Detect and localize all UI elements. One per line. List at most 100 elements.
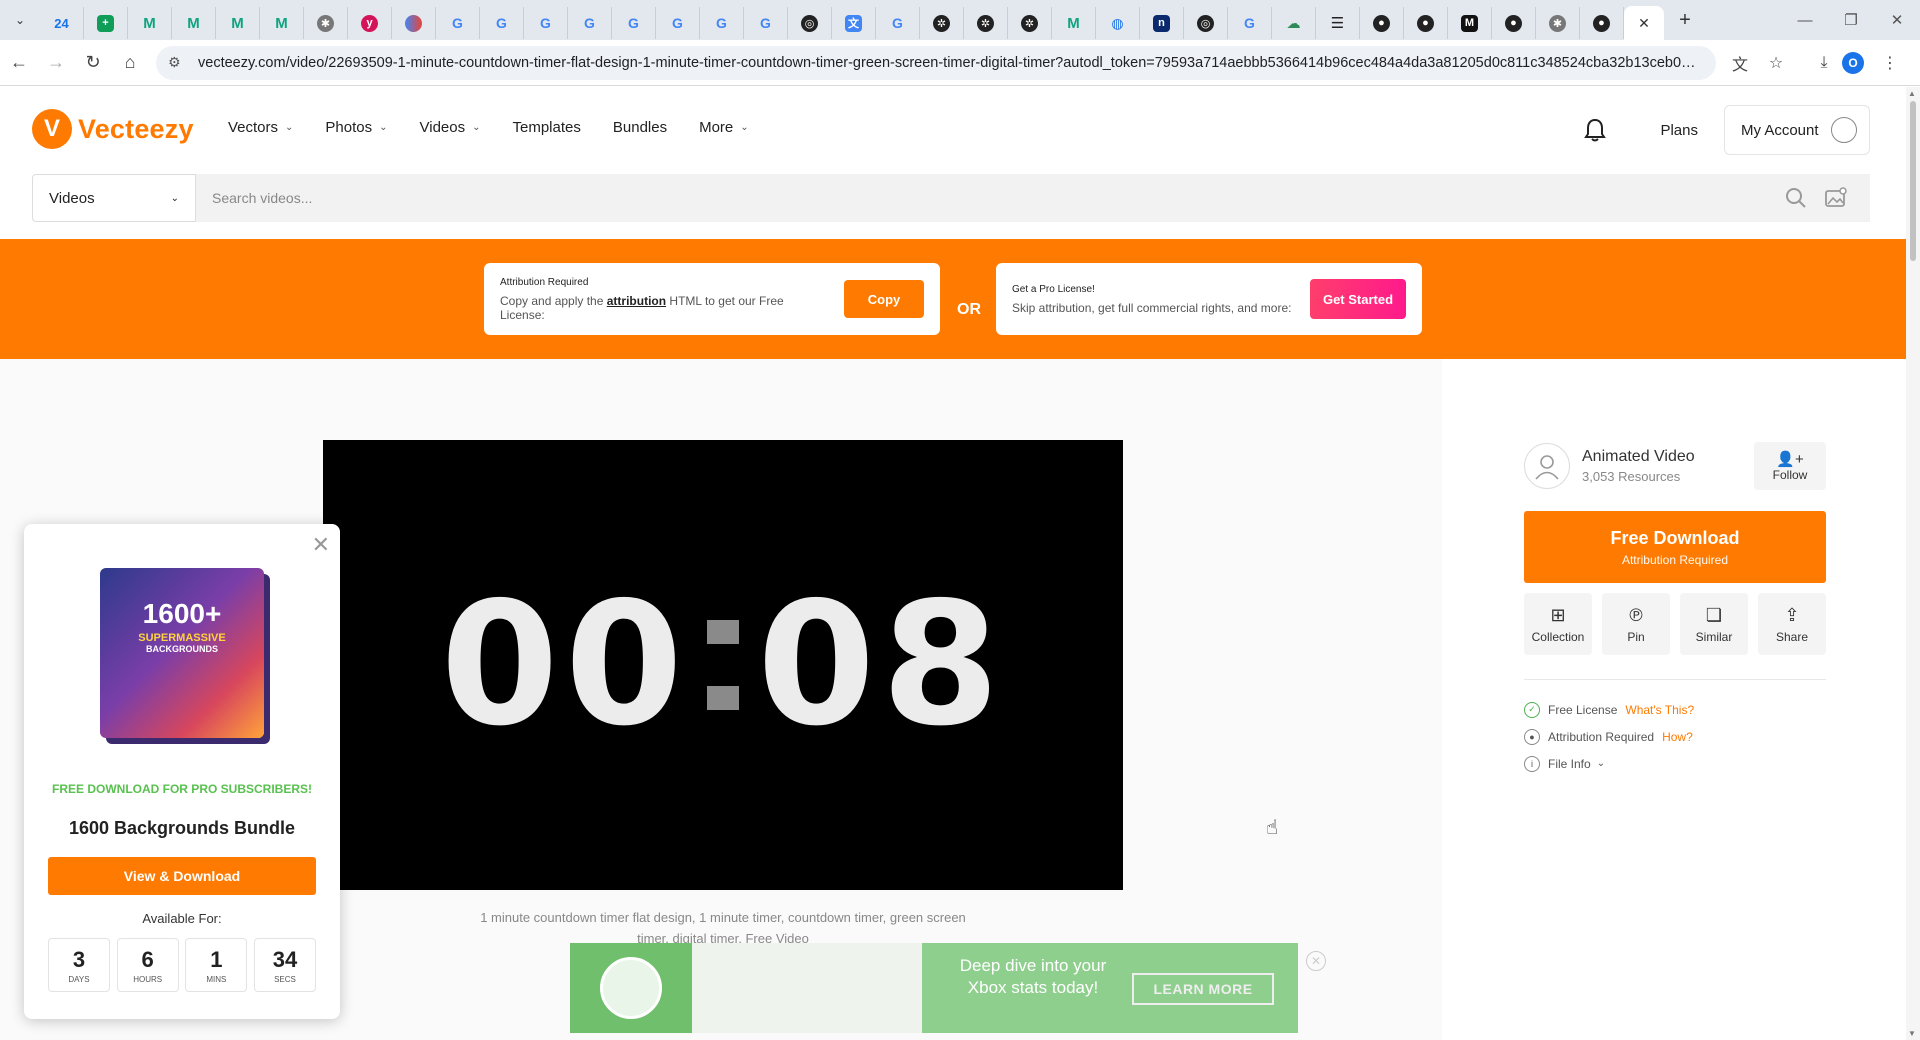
menu-kebab-icon[interactable]: ⋮: [1872, 45, 1908, 81]
browser-tab[interactable]: M: [128, 7, 172, 39]
browser-tab[interactable]: G: [744, 7, 788, 39]
view-download-button[interactable]: View & Download: [48, 857, 316, 895]
download-icon[interactable]: ⤓: [1806, 45, 1842, 81]
countdown-value: 6: [141, 946, 154, 972]
search-icon[interactable]: [1776, 178, 1816, 218]
file-info-row[interactable]: i File Info ⌄: [1524, 750, 1826, 777]
browser-tab[interactable]: G: [700, 7, 744, 39]
cloud-icon: ☁: [1286, 14, 1301, 31]
browser-tab[interactable]: ✲: [964, 7, 1008, 39]
browser-tab[interactable]: G: [524, 7, 568, 39]
close-window-icon[interactable]: ✕: [1874, 0, 1920, 40]
browser-tab[interactable]: ☰: [1316, 7, 1360, 39]
back-icon[interactable]: ←: [1, 45, 37, 81]
nav-videos[interactable]: Videos ⌄: [420, 119, 481, 136]
browser-tab[interactable]: G: [876, 7, 920, 39]
browser-tab[interactable]: G: [656, 7, 700, 39]
author-name[interactable]: Animated Video: [1582, 448, 1754, 466]
browser-tab[interactable]: G: [1228, 7, 1272, 39]
forward-icon[interactable]: →: [38, 45, 74, 81]
scroll-down-icon[interactable]: ▼: [1908, 1029, 1916, 1038]
browser-tab[interactable]: G: [480, 7, 524, 39]
translate-icon[interactable]: 文: [1722, 45, 1758, 81]
collection-button[interactable]: ⊞ Collection: [1524, 593, 1592, 655]
follow-button[interactable]: 👤+ Follow: [1754, 442, 1826, 490]
browser-tab[interactable]: ✲: [1008, 7, 1052, 39]
new-tab-button[interactable]: +: [1668, 3, 1702, 37]
m-logo-icon: M: [187, 14, 200, 32]
close-icon[interactable]: ✕: [312, 532, 330, 558]
browser-tab[interactable]: G: [568, 7, 612, 39]
attribution-required-label: Attribution Required: [1548, 729, 1655, 744]
scrollbar-thumb[interactable]: [1910, 101, 1916, 261]
plans-link[interactable]: Plans: [1660, 122, 1698, 139]
browser-tab[interactable]: ◍: [1096, 7, 1140, 39]
nav-photos[interactable]: Photos ⌄: [325, 119, 387, 136]
tab-search-dropdown[interactable]: ⌄: [0, 0, 40, 40]
browser-tab[interactable]: G: [436, 7, 480, 39]
browser-tab[interactable]: [392, 7, 436, 39]
nav-vectors[interactable]: Vectors ⌄: [228, 119, 293, 136]
home-icon[interactable]: ⌂: [112, 45, 148, 81]
nav-bundles[interactable]: Bundles: [613, 119, 667, 136]
chatgpt-icon: ✲: [1021, 14, 1038, 32]
ad-banner[interactable]: Deep dive into your Xbox stats today! LE…: [570, 943, 1298, 1033]
bookmark-star-icon[interactable]: ☆: [1758, 45, 1794, 81]
restore-icon[interactable]: ❐: [1828, 0, 1874, 40]
browser-tab[interactable]: M: [1448, 7, 1492, 39]
browser-tab[interactable]: ✱: [304, 7, 348, 39]
attribution-link[interactable]: attribution: [607, 294, 666, 308]
minimize-icon[interactable]: —: [1782, 0, 1828, 40]
whats-this-link[interactable]: What's This?: [1625, 703, 1694, 717]
browser-tab[interactable]: ◎: [1184, 7, 1228, 39]
get-started-button[interactable]: Get Started: [1310, 279, 1406, 319]
reload-icon[interactable]: ↻: [75, 45, 111, 81]
nav-templates[interactable]: Templates: [513, 119, 581, 136]
author-avatar-icon[interactable]: [1524, 443, 1570, 489]
browser-tab[interactable]: ●: [1360, 7, 1404, 39]
profile-avatar[interactable]: O: [1842, 51, 1864, 74]
site-settings-icon[interactable]: ⚙: [168, 54, 188, 71]
browser-tab[interactable]: ◎: [788, 7, 832, 39]
browser-tab[interactable]: n: [1140, 7, 1184, 39]
browser-tab-active[interactable]: ✕: [1624, 6, 1664, 40]
browser-tab[interactable]: ●: [1404, 7, 1448, 39]
image-search-icon[interactable]: [1816, 178, 1856, 218]
browser-tab[interactable]: ✲: [920, 7, 964, 39]
share-button[interactable]: ⇪ Share: [1758, 593, 1826, 655]
browser-tab[interactable]: 文: [832, 7, 876, 39]
free-download-button[interactable]: Free Download Attribution Required: [1524, 511, 1826, 583]
browser-tab[interactable]: ☁: [1272, 7, 1316, 39]
browser-tab[interactable]: ●: [1492, 7, 1536, 39]
how-link[interactable]: How?: [1662, 730, 1693, 744]
url-text[interactable]: vecteezy.com/video/22693509-1-minute-cou…: [198, 55, 1698, 71]
browser-tab[interactable]: ✱: [1536, 7, 1580, 39]
site-logo[interactable]: V Vecteezy: [32, 109, 194, 149]
browser-tab[interactable]: M: [260, 7, 304, 39]
page-scrollbar[interactable]: ▲ ▼: [1906, 87, 1920, 1040]
browser-tab[interactable]: M: [216, 7, 260, 39]
similar-button[interactable]: ❏ Similar: [1680, 593, 1748, 655]
bell-icon[interactable]: [1580, 115, 1610, 145]
browser-tab[interactable]: M: [172, 7, 216, 39]
browser-tab[interactable]: G: [612, 7, 656, 39]
close-tab-icon[interactable]: ✕: [1638, 15, 1650, 32]
nav-more[interactable]: More ⌄: [699, 119, 749, 136]
browser-tab[interactable]: M: [1052, 7, 1096, 39]
copy-button[interactable]: Copy: [844, 280, 924, 318]
browser-tab[interactable]: y: [348, 7, 392, 39]
search-category-select[interactable]: Videos ⌄: [32, 174, 196, 222]
address-bar[interactable]: ⚙ vecteezy.com/video/22693509-1-minute-c…: [156, 45, 1716, 80]
ad-close-icon[interactable]: ✕: [1306, 951, 1326, 971]
browser-tab[interactable]: +: [84, 7, 128, 39]
my-account-button[interactable]: My Account: [1724, 105, 1870, 155]
ad-learn-more-button[interactable]: LEARN MORE: [1132, 973, 1274, 1005]
countdown-unit: DAYS: [68, 974, 90, 984]
browser-tab[interactable]: 24: [40, 7, 84, 39]
pin-button[interactable]: ℗ Pin: [1602, 593, 1670, 655]
browser-tab[interactable]: ●: [1580, 7, 1624, 39]
video-player[interactable]: 00 08: [323, 440, 1123, 890]
search-input[interactable]: [196, 174, 1870, 222]
scroll-up-icon[interactable]: ▲: [1908, 89, 1916, 98]
file-info-label: File Info: [1548, 756, 1591, 771]
